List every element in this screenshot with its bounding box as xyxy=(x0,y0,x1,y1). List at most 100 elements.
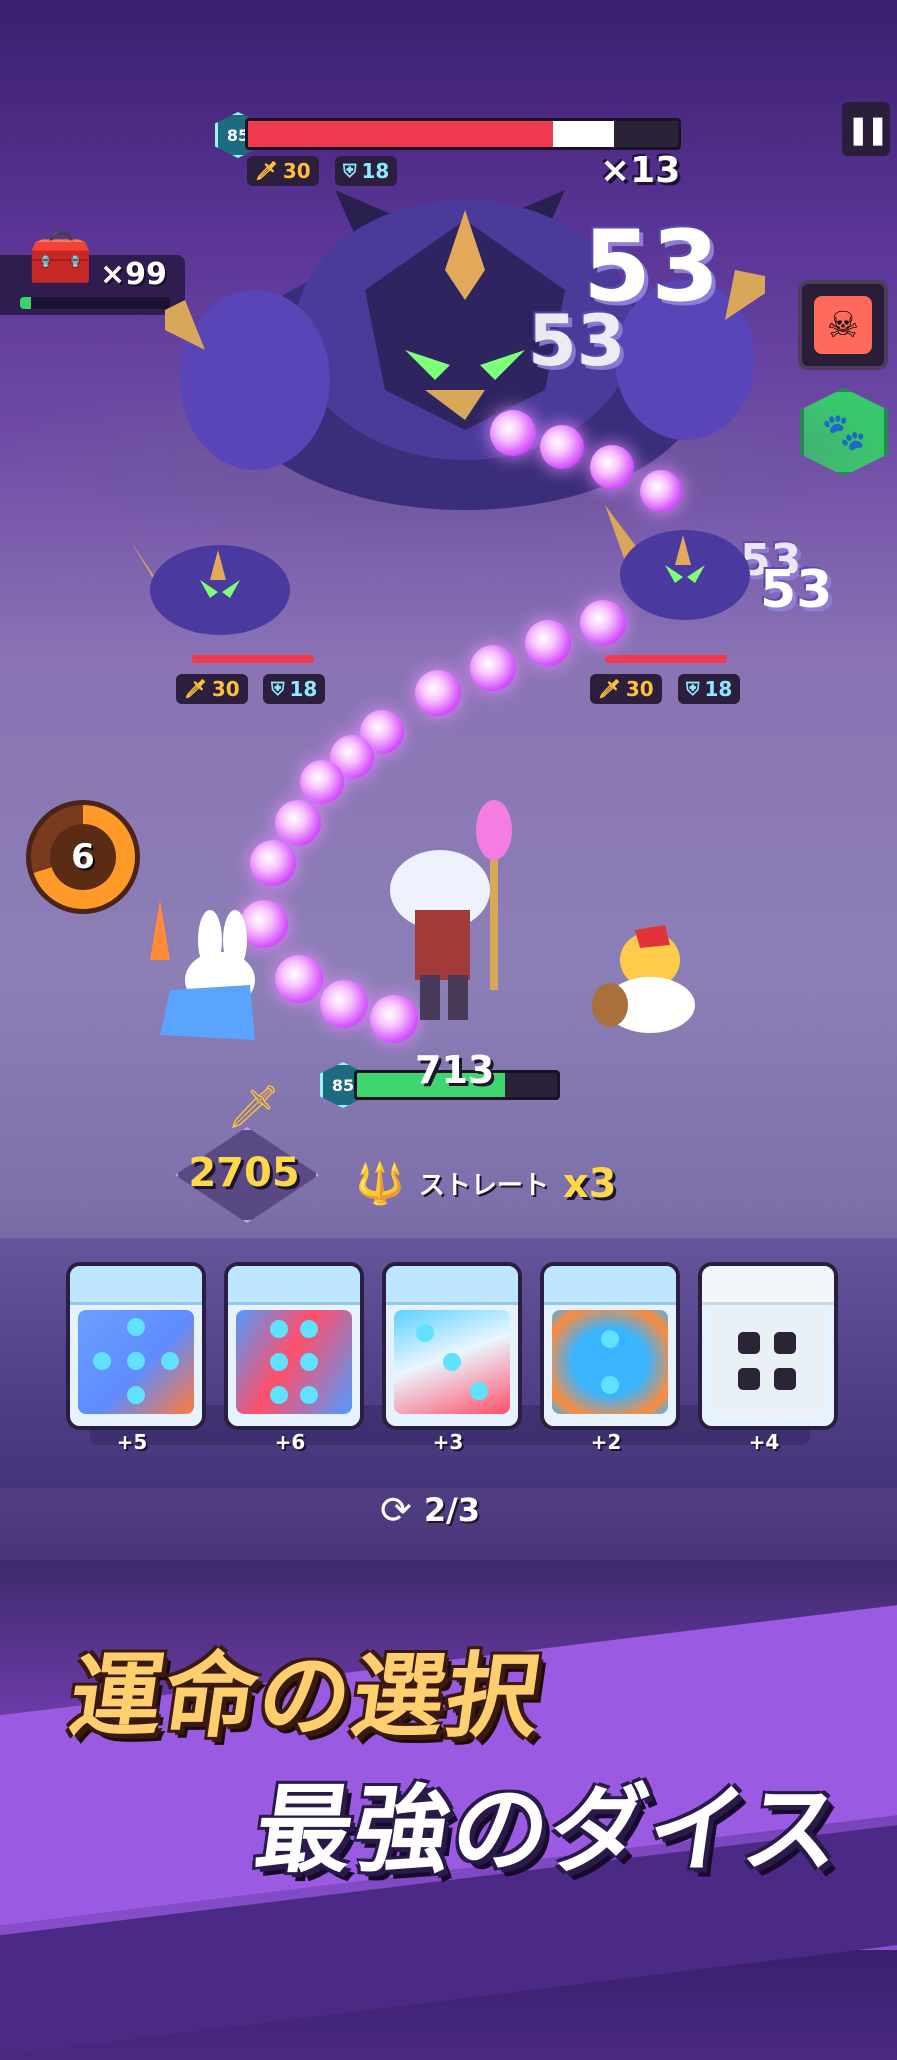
chest-progress-bar xyxy=(20,297,170,309)
minion-left-defense-chip: ⛨ 18 xyxy=(263,674,326,704)
chest-progress-fill xyxy=(20,297,31,309)
die-pip xyxy=(738,1332,760,1354)
slogan-line-2: 最強のダイス xyxy=(248,1773,850,1886)
magic-orb xyxy=(540,425,584,469)
die-pip xyxy=(300,1386,318,1404)
ally-chicken[interactable] xyxy=(590,920,720,1040)
die-pip xyxy=(127,1386,145,1404)
pause-button[interactable]: ❚❚ xyxy=(842,102,890,156)
minion-right[interactable] xyxy=(605,505,765,625)
die-pip xyxy=(470,1382,488,1400)
magic-orb xyxy=(590,445,634,489)
combo-display: 🔱 ストレート x3 xyxy=(355,1160,616,1208)
die-pip xyxy=(443,1353,461,1371)
die-cap xyxy=(70,1266,202,1305)
die-4-bonus: +2 xyxy=(590,1430,622,1454)
turn-timer-value: 6 xyxy=(50,824,116,890)
die-pip xyxy=(738,1368,760,1390)
magic-orb xyxy=(490,410,536,456)
boss-hp-bar: 85 xyxy=(215,112,681,158)
die-cap xyxy=(228,1266,360,1305)
magic-orb xyxy=(580,600,626,646)
die-pip xyxy=(270,1386,288,1404)
minion-left-sprite xyxy=(130,540,290,635)
die-cap xyxy=(544,1266,676,1305)
reroll-button[interactable]: ⟳ 2/3 xyxy=(380,1488,480,1532)
die-pip xyxy=(161,1352,179,1370)
sword-icon: 🗡 xyxy=(227,1082,281,1131)
minion-right-hp-bar xyxy=(605,655,727,663)
attack-power: 🗡 2705 xyxy=(165,1082,323,1223)
minion-left-attack-chip: 🗡 30 xyxy=(176,674,248,704)
treasure-chest-icon: 🧰 xyxy=(28,228,93,288)
damage-number-right-big: 53 xyxy=(760,560,833,620)
ally-bunny[interactable] xyxy=(140,900,270,1040)
die-face xyxy=(710,1310,826,1414)
skull-button[interactable]: ☠ xyxy=(798,280,888,370)
boss-hp-fill xyxy=(248,121,554,147)
die-2-bonus: +6 xyxy=(274,1430,306,1454)
die-1[interactable] xyxy=(66,1262,206,1430)
die-pip xyxy=(270,1353,288,1371)
die-cap xyxy=(386,1266,518,1305)
ally-bunny-sprite xyxy=(150,900,255,1040)
die-face xyxy=(78,1310,194,1414)
chest-count: ×99 xyxy=(100,257,167,292)
die-2[interactable] xyxy=(224,1262,364,1430)
die-5-bonus: +4 xyxy=(748,1430,780,1454)
die-3-bonus: +3 xyxy=(432,1430,464,1454)
die-pip xyxy=(93,1352,111,1370)
shield-icon: ⛨ xyxy=(686,678,700,700)
chest-counter[interactable]: 🧰 ×99 xyxy=(0,228,185,315)
shield-icon: ⛨ xyxy=(271,678,285,700)
minion-right-attack-chip: 🗡 30 xyxy=(590,674,662,704)
ally-chicken-sprite xyxy=(592,925,695,1033)
boss-hp-track xyxy=(245,118,681,150)
damage-number-mid: 53 xyxy=(528,300,626,382)
die-pip xyxy=(601,1330,619,1348)
magic-orb xyxy=(300,760,344,804)
magic-orb xyxy=(275,955,323,1003)
sword-icon: 🗡 xyxy=(184,678,207,700)
minion-right-hp-fill xyxy=(605,655,727,663)
die-face xyxy=(236,1310,352,1414)
skull-icon: ☠ xyxy=(814,296,872,354)
magic-orb xyxy=(470,645,516,691)
die-pip xyxy=(127,1352,145,1370)
minion-left-hp-fill xyxy=(192,655,314,663)
magic-orb xyxy=(640,470,682,512)
turn-timer: 6 xyxy=(26,800,140,914)
minion-left[interactable] xyxy=(130,520,290,640)
minion-right-defense-chip: ⛨ 18 xyxy=(678,674,741,704)
die-4[interactable] xyxy=(540,1262,680,1430)
attack-power-value: 2705 xyxy=(188,1150,300,1196)
trident-icon: 🔱 xyxy=(355,1161,405,1207)
die-pip xyxy=(300,1353,318,1371)
die-pip xyxy=(416,1324,434,1342)
boss-monster-sprite xyxy=(145,190,785,510)
die-face xyxy=(394,1310,510,1414)
minion-left-hp-bar xyxy=(192,655,314,663)
hero-character[interactable] xyxy=(370,800,540,1040)
die-pip xyxy=(127,1318,145,1336)
die-pip xyxy=(300,1320,318,1338)
magic-orb xyxy=(320,980,368,1028)
reroll-count: 2/3 xyxy=(423,1491,481,1529)
die-5[interactable] xyxy=(698,1262,838,1430)
die-cap xyxy=(702,1266,834,1305)
magic-orb xyxy=(415,670,461,716)
hero-hp-bar: 85 713 xyxy=(320,1048,560,1108)
hero-hp-value: 713 xyxy=(415,1048,495,1092)
hero-sprite xyxy=(390,800,512,1020)
die-pip xyxy=(270,1320,288,1338)
sword-icon: 🗡 xyxy=(598,678,621,700)
slogan-line-1: 運命の選択 xyxy=(63,1642,549,1750)
die-pip xyxy=(601,1376,619,1394)
reroll-icon: ⟳ xyxy=(380,1488,412,1532)
die-1-bonus: +5 xyxy=(116,1430,148,1454)
die-pip xyxy=(774,1368,796,1390)
boss-monster[interactable] xyxy=(145,150,785,530)
combo-label: ストレート xyxy=(418,1171,549,1201)
die-3[interactable] xyxy=(382,1262,522,1430)
minion-right-sprite xyxy=(605,505,750,620)
